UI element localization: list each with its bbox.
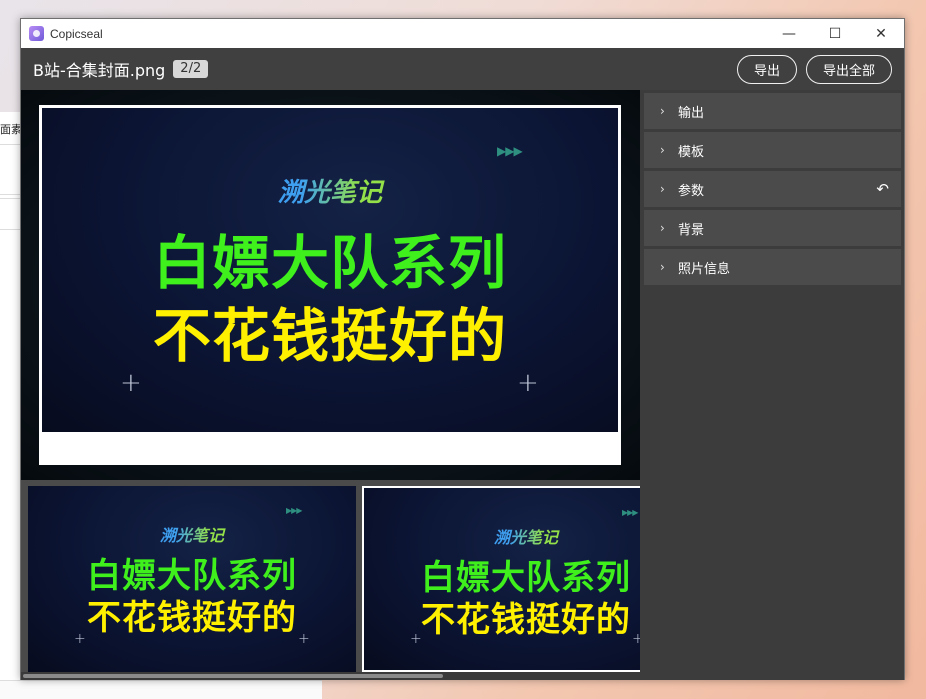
- crosshair-icon: +: [632, 631, 640, 647]
- chevron-right-icon: ›: [660, 221, 665, 235]
- divider: [0, 144, 22, 145]
- background-window-text: 面素: [0, 123, 22, 136]
- section-parameters[interactable]: › 参数 ↶: [644, 171, 901, 207]
- crosshair-icon: +: [298, 631, 310, 647]
- cover-subheadline: 不花钱挺好的: [421, 600, 631, 640]
- section-label: 参数: [678, 183, 705, 199]
- window-controls: — ☐ ✕: [766, 19, 904, 48]
- thumbnail-cover: ▶▶▶ 溯光笔记 白嫖大队系列 不花钱挺好的 + +: [364, 488, 640, 670]
- section-output[interactable]: › 输出: [644, 93, 901, 129]
- export-all-button[interactable]: 导出全部: [806, 55, 892, 84]
- section-template[interactable]: › 模板: [644, 132, 901, 168]
- arrows-icon: ▶▶▶: [497, 144, 523, 158]
- preview-photo-frame: ▶▶▶ 溯光笔记 白嫖大队系列 不花钱挺好的 + +: [39, 105, 621, 465]
- divider: [0, 198, 22, 199]
- section-photo-info[interactable]: › 照片信息: [644, 249, 901, 285]
- export-button[interactable]: 导出: [737, 55, 797, 84]
- cover-subheadline: 不花钱挺好的: [152, 302, 507, 370]
- cover-headline: 白嫖大队系列: [152, 229, 507, 297]
- cover-brand: 溯光笔记: [364, 524, 640, 548]
- thumbnail-cover: ▶▶▶ 溯光笔记 白嫖大队系列 不花钱挺好的 + +: [28, 486, 356, 672]
- section-label: 背景: [678, 222, 705, 238]
- thumbnail-1[interactable]: ▶▶▶ 溯光笔记 白嫖大队系列 不花钱挺好的 + +: [28, 486, 356, 672]
- thumbnail-2-selected[interactable]: ▶▶▶ 溯光笔记 白嫖大队系列 不花钱挺好的 + +: [362, 486, 640, 672]
- chevron-right-icon: ›: [660, 182, 665, 196]
- divider: [0, 229, 22, 230]
- horizontal-scrollbar[interactable]: [21, 672, 640, 680]
- page-indicator-badge: 2/2: [173, 60, 209, 78]
- toolbar: B站-合集封面.png 2/2 导出 导出全部: [21, 48, 904, 90]
- arrows-icon: ▶▶▶: [622, 508, 639, 517]
- scrollbar-thumb[interactable]: [23, 674, 443, 678]
- background-window: 面素: [0, 112, 22, 699]
- crosshair-icon: +: [74, 631, 86, 647]
- settings-panel: › 输出 › 模板 › 参数 ↶ › 背景 › 照片信息: [640, 90, 904, 680]
- arrows-icon: ▶▶▶: [286, 506, 303, 515]
- chevron-right-icon: ›: [660, 104, 665, 118]
- preview-area: ▶▶▶ 溯光笔记 白嫖大队系列 不花钱挺好的 + +: [21, 90, 640, 480]
- section-background[interactable]: › 背景: [644, 210, 901, 246]
- section-label: 输出: [678, 105, 705, 121]
- undo-icon[interactable]: ↶: [876, 180, 889, 198]
- file-name: B站-合集封面.png: [33, 61, 166, 80]
- divider: [0, 194, 22, 195]
- app-window: Copicseal — ☐ ✕ B站-合集封面.png 2/2 导出 导出全部 …: [20, 18, 905, 680]
- thumbnail-strip: ▶▶▶ 溯光笔记 白嫖大队系列 不花钱挺好的 + + ▶▶▶ 溯光笔记 白嫖大队…: [21, 480, 640, 680]
- crosshair-icon: +: [120, 368, 142, 398]
- cover-brand: 溯光笔记: [42, 172, 618, 209]
- section-label: 照片信息: [678, 261, 731, 277]
- section-label: 模板: [678, 144, 705, 160]
- title-bar[interactable]: Copicseal — ☐ ✕: [21, 19, 904, 48]
- window-title: Copicseal: [50, 26, 103, 41]
- maximize-button[interactable]: ☐: [812, 19, 858, 48]
- app-logo-icon: [29, 26, 44, 41]
- crosshair-icon: +: [517, 368, 539, 398]
- close-button[interactable]: ✕: [858, 19, 904, 48]
- background-taskbar-fragment: [0, 680, 322, 699]
- cover-image: ▶▶▶ 溯光笔记 白嫖大队系列 不花钱挺好的 + +: [42, 108, 618, 432]
- chevron-right-icon: ›: [660, 260, 665, 274]
- cover-brand: 溯光笔记: [28, 522, 356, 546]
- crosshair-icon: +: [410, 631, 422, 647]
- minimize-button[interactable]: —: [766, 19, 812, 48]
- chevron-right-icon: ›: [660, 143, 665, 157]
